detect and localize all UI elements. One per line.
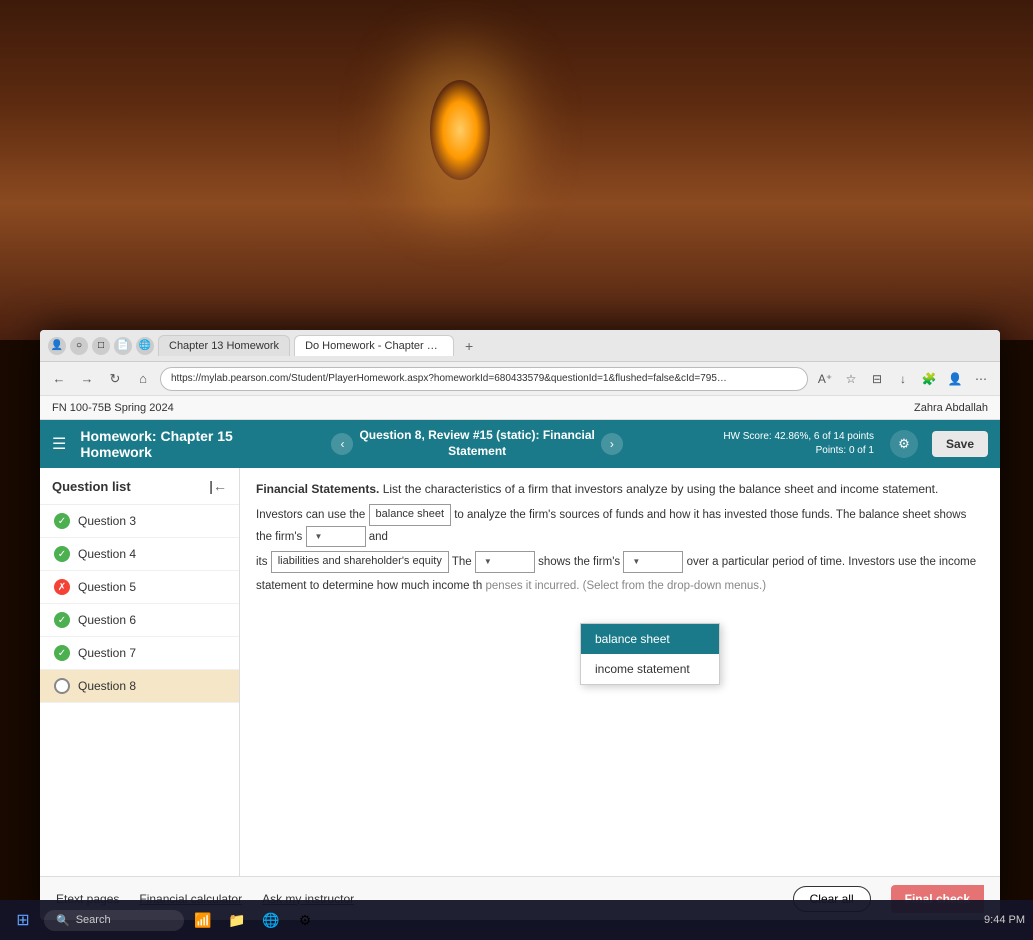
status-incorrect-icon: ✗ [54,579,70,595]
balance-sheet-filled-box: balance sheet [369,504,452,526]
question-line-2: its liabilities and shareholder's equity… [256,551,984,573]
status-correct-icon: ✓ [54,612,70,628]
dropdown-statement-type[interactable] [475,551,535,573]
next-question-button[interactable]: › [601,433,623,455]
browser-toolbar: ← → ↻ ⌂ https://mylab.pearson.com/Studen… [40,362,1000,396]
start-button[interactable]: ⊞ [8,905,38,935]
taskbar-chrome-icon[interactable]: 🌐 [258,907,284,933]
dropdown-revenue[interactable] [623,551,683,573]
toolbar-icons: A⁺ ☆ ⊟ ↓ 🧩 👤 ⋯ [814,368,992,390]
hw-points-label: Points: 0 of 1 [816,444,874,458]
status-unanswered-icon [54,678,70,694]
forward-button[interactable]: → [76,368,98,390]
new-tab-button[interactable]: + [458,335,480,357]
prev-question-button[interactable]: ‹ [331,433,353,455]
content-area: ☰ Homework: Chapter 15 Homework ‹ Questi… [40,420,1000,920]
search-icon: 🔍 [56,914,70,927]
homework-title: Homework: Chapter 15 Homework [80,428,274,460]
site-username: Zahra Abdallah [914,402,988,414]
question-line-3: statement to determine how much income t… [256,577,984,595]
windows-taskbar: ⊞ 🔍 Search 📶 📁 🌐 ⚙ 9:44 PM [0,900,1033,940]
dropdown-popup: balance sheet income statement [580,623,720,685]
main-layout: Question list |← ✓ Question 3 ✓ Question… [40,468,1000,876]
taskbar-folder-icon[interactable]: 📁 [224,907,250,933]
question-line-1: Investors can use the balance sheet to a… [256,504,984,547]
search-label: Search [76,914,111,926]
dropdown-assets[interactable] [306,526,366,548]
liabilities-filled-box: liabilities and shareholder's equity [271,551,449,573]
sidebar-collapse-button[interactable]: |← [209,478,227,494]
address-bar[interactable]: https://mylab.pearson.com/Student/Player… [160,367,808,391]
status-correct-icon: ✓ [54,546,70,562]
tab-chapter13[interactable]: Chapter 13 Homework [158,335,290,356]
lamp [430,80,490,180]
browser-icon-circle: ○ [70,337,88,355]
hw-score-area: HW Score: 42.86%, 6 of 14 points Points:… [680,430,874,458]
back-button[interactable]: ← [48,368,70,390]
question-title: Question 8, Review #15 (static): Financi… [359,428,594,459]
site-header-bar: FN 100-75B Spring 2024 Zahra Abdallah [40,396,1000,420]
browser-icon-doc: 📄 [114,337,132,355]
extension-icon[interactable]: 🧩 [918,368,940,390]
browser-window: 👤 ○ □ 📄 🌐 Chapter 13 Homework Do Homewor… [40,330,1000,920]
taskbar-search-box[interactable]: 🔍 Search [44,910,184,931]
refresh-button[interactable]: ↻ [104,368,126,390]
sidebar-header: Question list |← [40,468,239,505]
site-course-label: FN 100-75B Spring 2024 [52,402,174,414]
question-nav: ‹ Question 8, Review #15 (static): Finan… [283,428,672,459]
dropdown-option-balance-sheet[interactable]: balance sheet [581,624,719,654]
sidebar-item-q4[interactable]: ✓ Question 4 [40,538,239,571]
status-correct-icon: ✓ [54,513,70,529]
q8-label: Question 8 [78,679,136,693]
font-size-icon[interactable]: A⁺ [814,368,836,390]
browser-titlebar: 👤 ○ □ 📄 🌐 Chapter 13 Homework Do Homewor… [40,330,1000,362]
question-list-sidebar: Question list |← ✓ Question 3 ✓ Question… [40,468,240,876]
q4-label: Question 4 [78,547,136,561]
sidebar-item-q5[interactable]: ✗ Question 5 [40,571,239,604]
room-background [0,0,1033,340]
taskbar-app1-icon[interactable]: ⚙ [292,907,318,933]
home-button[interactable]: ⌂ [132,368,154,390]
browser-icon-user: 👤 [48,337,66,355]
taskbar-right: 9:44 PM [984,913,1025,927]
dropdown-option-income-statement[interactable]: income statement [581,654,719,684]
tab-chapter15[interactable]: Do Homework - Chapter 15 Hom… [294,335,454,356]
browser-icon-shield: 🌐 [136,337,154,355]
status-correct-icon: ✓ [54,645,70,661]
hw-save-button[interactable]: Save [932,431,988,457]
q3-label: Question 3 [78,514,136,528]
sidebar-title: Question list [52,479,131,494]
q5-label: Question 5 [78,580,136,594]
download-icon[interactable]: ↓ [892,368,914,390]
question-section-label: Financial Statements. List the character… [256,482,984,496]
collections-icon[interactable]: ⊟ [866,368,888,390]
sidebar-item-q8[interactable]: Question 8 [40,670,239,703]
sidebar-item-q3[interactable]: ✓ Question 3 [40,505,239,538]
q6-label: Question 6 [78,613,136,627]
settings-icon[interactable]: ⋯ [970,368,992,390]
browser-icon-square: □ [92,337,110,355]
q7-label: Question 7 [78,646,136,660]
taskbar-wifi-icon[interactable]: 📶 [190,907,216,933]
taskbar-time: 9:44 PM [984,913,1025,927]
question-content-area: Financial Statements. List the character… [240,468,1000,876]
sidebar-item-q7[interactable]: ✓ Question 7 [40,637,239,670]
hw-settings-button[interactable]: ⚙ [890,430,918,458]
homework-header: ☰ Homework: Chapter 15 Homework ‹ Questi… [40,420,1000,468]
sidebar-item-q6[interactable]: ✓ Question 6 [40,604,239,637]
profile-icon[interactable]: 👤 [944,368,966,390]
star-icon[interactable]: ☆ [840,368,862,390]
hw-score-label: HW Score: 42.86%, 6 of 14 points [723,430,874,444]
taskbar-app-icons: 📶 📁 🌐 ⚙ [190,907,978,933]
menu-icon[interactable]: ☰ [52,434,66,454]
